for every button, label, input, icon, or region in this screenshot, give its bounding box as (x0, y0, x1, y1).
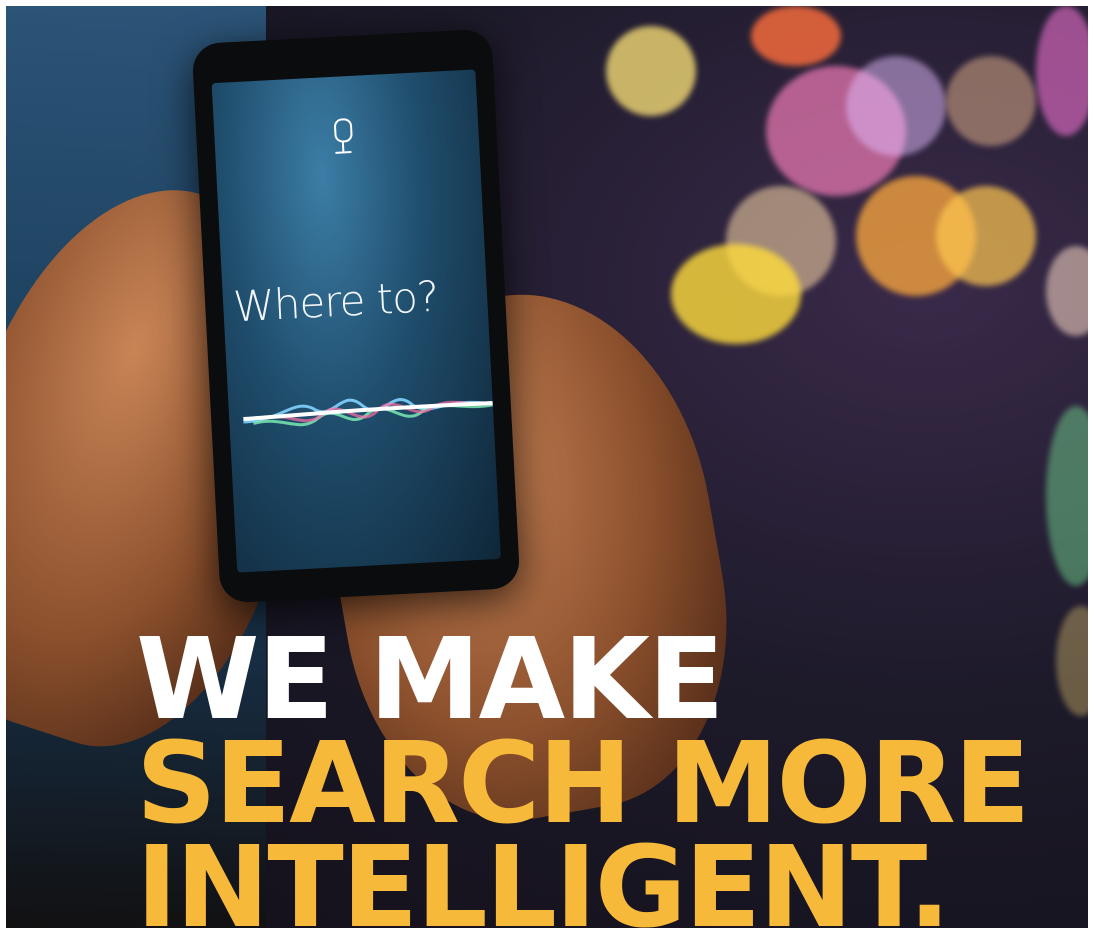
smartphone: Where to? (191, 28, 521, 604)
microphone-icon[interactable] (333, 117, 353, 143)
bokeh-light (846, 56, 946, 156)
bokeh-light (1046, 246, 1088, 336)
voice-prompt: Where to? (232, 271, 440, 332)
bokeh-light (946, 56, 1036, 146)
microphone-icon-stem (341, 142, 345, 152)
bokeh-light (751, 6, 841, 66)
headline-line-3: INTELLIGENT. (136, 823, 951, 928)
microphone-icon-base (335, 151, 352, 154)
bokeh-light (1046, 406, 1088, 586)
bokeh-light (1036, 6, 1088, 136)
voice-waveform-icon (243, 398, 494, 427)
ad-banner: Where to? WE MAKE SEARCH MORE INTELLIGEN… (6, 6, 1088, 928)
bokeh-light (671, 244, 801, 344)
phone-screen: Where to? (211, 69, 501, 573)
bokeh-light (936, 186, 1036, 286)
bokeh-light (606, 26, 696, 116)
